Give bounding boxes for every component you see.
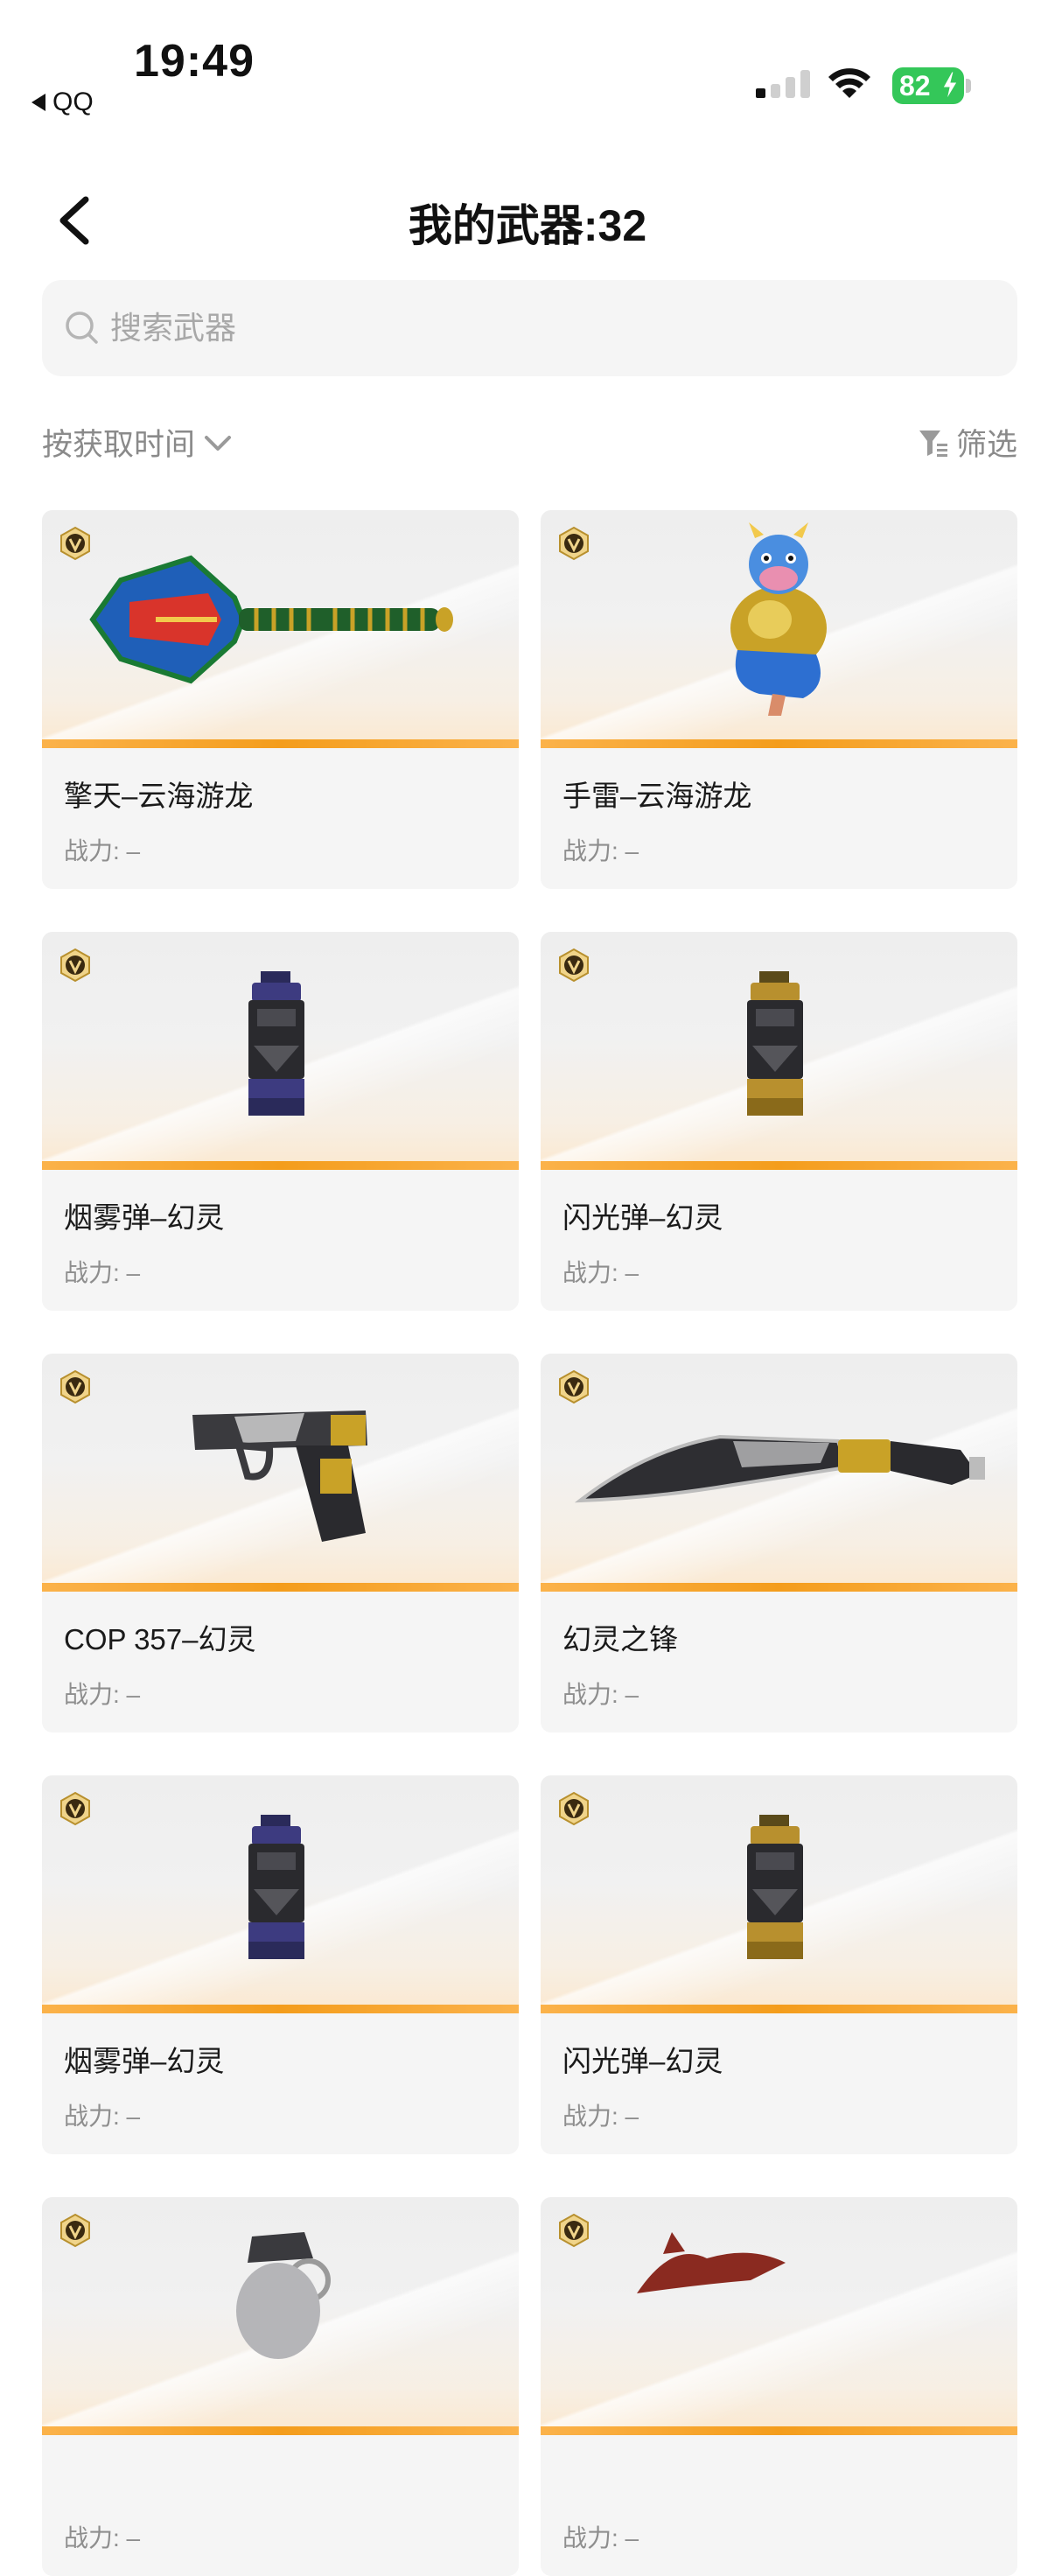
filter-button[interactable]: 筛选 — [918, 420, 1017, 465]
battery-indicator: 82 — [892, 67, 964, 104]
back-to-app-link[interactable]: QQ — [31, 88, 94, 117]
rarity-stripe — [541, 2426, 1017, 2435]
rarity-stripe — [42, 1161, 519, 1170]
weapon-image-area — [541, 932, 1017, 1170]
v-badge-icon — [60, 526, 90, 561]
shovel-weapon-icon — [89, 555, 453, 684]
weapon-image-area — [42, 1354, 519, 1592]
weapon-name: 烟雾弹–幻灵 — [64, 1201, 225, 1234]
smoke-grenade-icon — [248, 1815, 304, 1959]
rarity-stripe — [42, 739, 519, 748]
flash-grenade-icon — [747, 971, 803, 1116]
wifi-icon — [828, 68, 870, 98]
charging-bolt-icon — [942, 72, 958, 100]
weapon-name: COP 357–幻灵 — [64, 1623, 256, 1656]
cellular-signal-icon — [756, 70, 810, 98]
rarity-stripe — [42, 1583, 519, 1592]
weapon-image-area — [42, 932, 519, 1170]
weapon-power: 战力: – — [64, 837, 141, 864]
flash-grenade-icon — [747, 1815, 803, 1959]
filter-label: 筛选 — [955, 428, 1017, 462]
rarity-stripe — [541, 2005, 1017, 2013]
v-badge-icon — [60, 1369, 90, 1404]
weapon-card[interactable]: 战力: – — [541, 2197, 1017, 2576]
rarity-stripe — [541, 1583, 1017, 1592]
weapon-name: 幻灵之锋 — [562, 1623, 678, 1656]
sort-label: 按获取时间 — [42, 428, 196, 462]
filter-icon — [919, 430, 947, 457]
machete-icon — [574, 1434, 985, 1503]
weapon-card[interactable]: 烟雾弹–幻灵 战力: – — [42, 932, 519, 1311]
weapon-card[interactable]: 闪光弹–幻灵 战力: – — [541, 1775, 1017, 2154]
rarity-stripe — [541, 1161, 1017, 1170]
chevron-down-icon — [205, 435, 232, 451]
weapon-image-area — [541, 510, 1017, 748]
weapon-card[interactable]: 幻灵之锋 战力: – — [541, 1354, 1017, 1732]
weapon-power: 战力: – — [64, 2524, 141, 2552]
weapon-name: 烟雾弹–幻灵 — [64, 2045, 225, 2077]
weapon-name: 手雷–云海游龙 — [562, 780, 752, 812]
page-title: 我的武器:32 — [408, 201, 647, 250]
weapon-card[interactable]: COP 357–幻灵 战力: – — [42, 1354, 519, 1732]
search-input[interactable] — [108, 309, 896, 347]
v-badge-icon — [559, 2213, 589, 2248]
status-time: 19:49 — [134, 36, 255, 87]
search-icon — [66, 312, 98, 344]
back-triangle-icon — [31, 94, 45, 111]
weapon-power: 战力: – — [64, 1681, 141, 1708]
weapon-image-area — [42, 1775, 519, 2013]
weapon-name: 闪光弹–幻灵 — [562, 1201, 723, 1234]
beast-weapon-icon — [637, 2232, 786, 2293]
weapon-power: 战力: – — [64, 2103, 141, 2130]
weapon-power: 战力: – — [562, 1259, 639, 1286]
weapon-card[interactable]: 闪光弹–幻灵 战力: – — [541, 932, 1017, 1311]
v-badge-icon — [559, 526, 589, 561]
weapon-grid: 擎天–云海游龙 战力: – 手雷–云海游龙 战力: – 烟雾弹–幻灵 战力: –… — [42, 510, 1017, 2576]
weapon-image-area — [541, 1354, 1017, 1592]
weapon-power: 战力: – — [64, 1259, 141, 1286]
weapon-card[interactable]: 烟雾弹–幻灵 战力: – — [42, 1775, 519, 2154]
sort-dropdown[interactable]: 按获取时间 — [42, 420, 234, 465]
rarity-stripe — [541, 739, 1017, 748]
grenade-icon — [236, 2232, 331, 2359]
weapon-power: 战力: – — [562, 837, 639, 864]
weapon-power: 战力: – — [562, 2103, 639, 2130]
weapon-name: 闪光弹–幻灵 — [562, 2045, 723, 2077]
weapon-name: 擎天–云海游龙 — [64, 780, 254, 812]
battery-tip — [966, 79, 971, 93]
back-app-label: QQ — [52, 88, 94, 116]
v-badge-icon — [60, 2213, 90, 2248]
status-bar: 19:49 QQ 82 — [0, 0, 1055, 131]
battery-level: 82 — [899, 69, 931, 102]
weapon-power: 战力: – — [562, 2524, 639, 2552]
weapon-image-area — [42, 2197, 519, 2435]
rarity-stripe — [42, 2426, 519, 2435]
smoke-grenade-icon — [248, 971, 304, 1116]
weapon-card[interactable]: 手雷–云海游龙 战力: – — [541, 510, 1017, 889]
rarity-stripe — [42, 2005, 519, 2013]
v-badge-icon — [559, 1369, 589, 1404]
v-badge-icon — [559, 1791, 589, 1826]
search-bar[interactable] — [42, 280, 1017, 376]
dragon-grenade-icon — [730, 522, 827, 716]
weapon-card[interactable]: 擎天–云海游龙 战力: – — [42, 510, 519, 889]
v-badge-icon — [60, 1791, 90, 1826]
weapon-card[interactable]: 战力: – — [42, 2197, 519, 2576]
v-badge-icon — [559, 948, 589, 983]
weapon-image-area — [42, 510, 519, 748]
weapon-image-area — [541, 2197, 1017, 2435]
weapon-power: 战力: – — [562, 1681, 639, 1708]
pistol-icon — [192, 1410, 367, 1542]
weapon-image-area — [541, 1775, 1017, 2013]
v-badge-icon — [60, 948, 90, 983]
